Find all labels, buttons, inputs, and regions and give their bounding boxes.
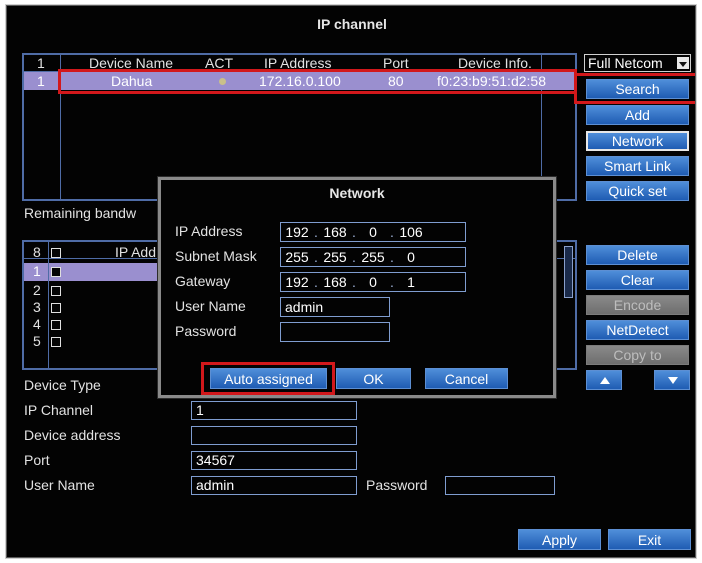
dialog-user-name-field[interactable]: admin xyxy=(280,297,390,317)
octet-separator: . xyxy=(390,224,394,240)
gateway-field[interactable]: 192. 168. 0. 1 xyxy=(280,272,466,292)
user-name-field[interactable]: admin xyxy=(191,476,357,495)
exit-button[interactable]: Exit xyxy=(608,529,691,550)
add-button[interactable]: Add xyxy=(586,105,689,125)
mask-octet: 0 xyxy=(407,249,415,265)
ok-button[interactable]: OK xyxy=(336,368,411,389)
scroll-down-button[interactable] xyxy=(654,370,690,390)
search-button[interactable]: Search xyxy=(586,79,689,99)
row-device-info: f0:23:b9:51:d2:58 xyxy=(437,73,546,89)
column-divider xyxy=(48,242,49,368)
channel-row-index: 3 xyxy=(33,299,41,315)
ip-address-field[interactable]: 192. 168. 0. 106 xyxy=(280,222,466,242)
header-index: 1 xyxy=(37,55,45,71)
ip-octet: 0 xyxy=(369,224,377,240)
scroll-up-button[interactable] xyxy=(586,370,622,390)
row-ip-address: 172.16.0.100 xyxy=(259,73,341,89)
subnet-mask-field[interactable]: 255. 255. 255. 0 xyxy=(280,247,466,267)
row-index: 1 xyxy=(37,73,45,89)
row-checkbox[interactable] xyxy=(51,303,61,313)
gateway-label: Gateway xyxy=(175,273,231,289)
scrollbar-thumb[interactable] xyxy=(564,246,573,298)
mask-octet: 255 xyxy=(285,249,309,265)
row-checkbox[interactable] xyxy=(51,320,61,330)
quick-set-button[interactable]: Quick set xyxy=(586,181,689,201)
mask-octet: 255 xyxy=(361,249,385,265)
ip-octet: 106 xyxy=(399,224,423,240)
port-field[interactable]: 34567 xyxy=(191,451,357,470)
chevron-down-icon[interactable] xyxy=(677,57,689,69)
network-dialog: Network IP Address 192. 168. 0. 106 Subn… xyxy=(158,177,556,398)
octet-separator: . xyxy=(314,249,318,265)
clear-button[interactable]: Clear xyxy=(586,270,689,290)
row-checkbox[interactable] xyxy=(51,337,61,347)
apply-button[interactable]: Apply xyxy=(518,529,601,550)
octet-separator: . xyxy=(352,224,356,240)
device-address-field[interactable] xyxy=(191,426,357,445)
delete-button[interactable]: Delete xyxy=(586,245,689,265)
window-title: IP channel xyxy=(317,16,387,32)
table-row[interactable] xyxy=(24,263,164,281)
act-status-dot xyxy=(219,78,226,85)
network-button[interactable]: Network xyxy=(586,131,689,151)
cancel-button[interactable]: Cancel xyxy=(425,368,508,389)
row-port: 80 xyxy=(388,73,404,89)
gateway-octet: 192 xyxy=(285,274,309,290)
triangle-down-icon xyxy=(668,377,678,384)
dialog-title: Network xyxy=(329,185,385,201)
ip-octet: 168 xyxy=(323,224,347,240)
netdetect-button[interactable]: NetDetect xyxy=(586,320,689,340)
select-all-checkbox[interactable] xyxy=(51,248,61,258)
octet-separator: . xyxy=(352,249,356,265)
user-name-label: User Name xyxy=(24,477,95,493)
gateway-octet: 168 xyxy=(323,274,347,290)
channel-row-index: 1 xyxy=(33,263,41,279)
row-device-name: Dahua xyxy=(111,73,153,89)
dialog-password-label: Password xyxy=(175,323,237,339)
port-label: Port xyxy=(24,452,50,468)
row-checkbox[interactable] xyxy=(51,286,61,296)
gateway-octet: 0 xyxy=(369,274,377,290)
ip-channel-field[interactable]: 1 xyxy=(191,401,357,420)
remaining-bandwidth-label: Remaining bandw xyxy=(24,205,137,221)
dialog-user-name-label: User Name xyxy=(175,298,246,314)
smart-link-button[interactable]: Smart Link xyxy=(586,156,689,176)
ip-address-label: IP Address xyxy=(175,223,243,239)
triangle-up-icon xyxy=(600,377,610,384)
channel-header-ip: IP Add xyxy=(115,244,157,260)
device-address-label: Device address xyxy=(24,427,121,443)
dialog-password-field[interactable] xyxy=(280,322,390,342)
channel-row-index: 5 xyxy=(33,333,41,349)
auto-assigned-button[interactable]: Auto assigned xyxy=(210,368,327,389)
ip-octet: 192 xyxy=(285,224,309,240)
gateway-octet: 1 xyxy=(407,274,415,290)
octet-separator: . xyxy=(314,274,318,290)
device-type-label: Device Type xyxy=(24,377,101,393)
octet-separator: . xyxy=(390,249,394,265)
ip-channel-window: IP channel 1 Device Name ACT IP Address … xyxy=(6,5,696,558)
mask-octet: 255 xyxy=(323,249,347,265)
octet-separator: . xyxy=(352,274,356,290)
password-label: Password xyxy=(366,477,428,493)
octet-separator: . xyxy=(314,224,318,240)
subnet-mask-label: Subnet Mask xyxy=(175,248,257,264)
password-field[interactable] xyxy=(445,476,555,495)
channel-row-index: 2 xyxy=(33,282,41,298)
channel-header-index: 8 xyxy=(33,244,41,260)
encode-button[interactable]: Encode xyxy=(586,295,689,315)
copy-to-button[interactable]: Copy to xyxy=(586,345,689,365)
channel-row-index: 4 xyxy=(33,316,41,332)
ip-channel-label: IP Channel xyxy=(24,402,94,418)
octet-separator: . xyxy=(390,274,394,290)
protocol-select-value: Full Netcom xyxy=(588,55,663,71)
row-checkbox[interactable] xyxy=(51,267,61,277)
protocol-select[interactable]: Full Netcom xyxy=(584,54,691,72)
